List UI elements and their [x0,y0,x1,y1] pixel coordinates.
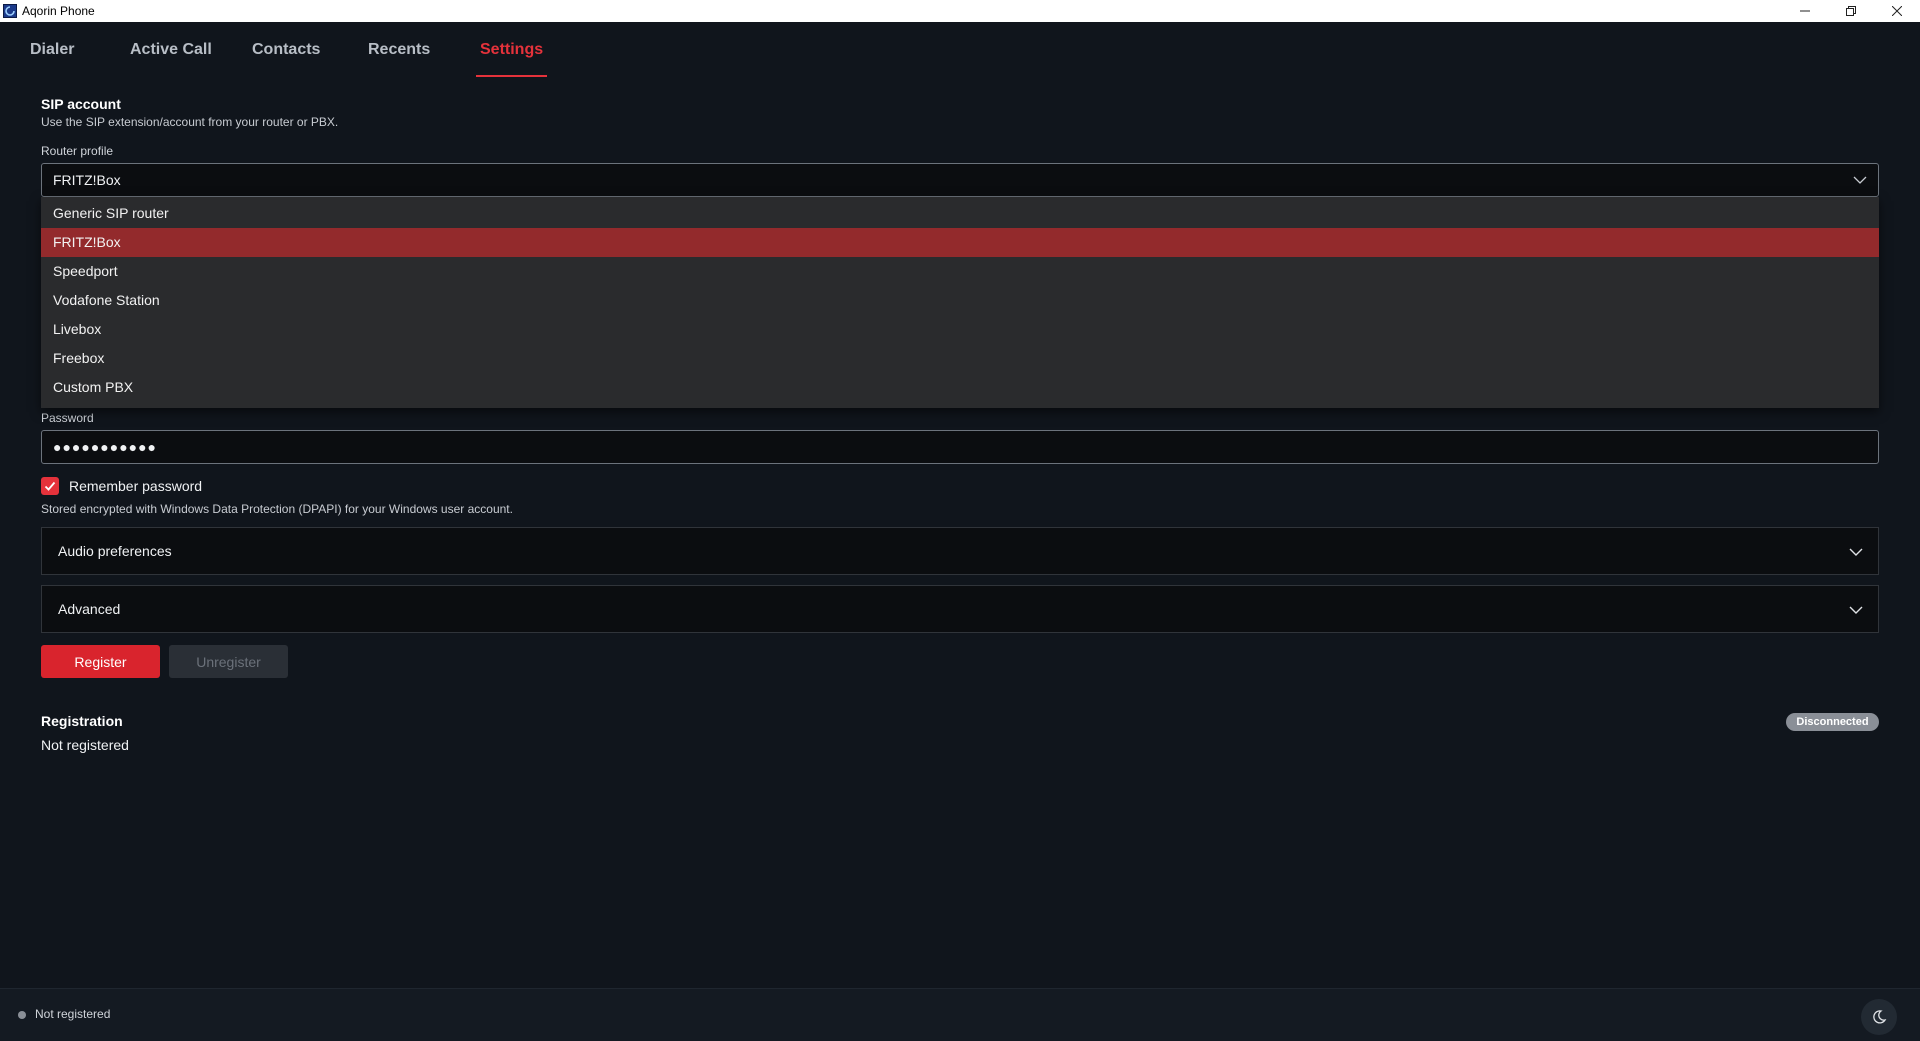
chevron-down-icon [1852,172,1868,191]
password-value: ●●●●●●●●●●● [53,439,158,455]
theme-toggle-button[interactable] [1861,999,1897,1035]
password-input[interactable]: ●●●●●●●●●●● [41,430,1879,464]
registration-heading: Registration [41,713,123,729]
router-profile-label: Router profile [41,144,114,158]
tab-settings[interactable]: Settings [475,22,548,77]
option-livebox[interactable]: Livebox [41,315,1879,344]
advanced-accordion[interactable]: Advanced [41,585,1879,633]
tab-contacts[interactable]: Contacts [252,22,320,76]
title-bar: Aqorin Phone [0,0,1920,22]
advanced-label: Advanced [58,601,121,617]
connection-status-badge: Disconnected [1786,713,1879,731]
moon-icon [1873,1010,1887,1024]
status-bar-text: Not registered [35,1007,111,1021]
router-profile-value: FRITZ!Box [53,172,121,188]
option-generic-sip-router[interactable]: Generic SIP router [41,199,1879,228]
option-custom-pbx[interactable]: Custom PBX [41,373,1879,402]
option-freebox[interactable]: Freebox [41,344,1879,373]
tab-dialer[interactable]: Dialer [30,22,74,76]
option-speedport[interactable]: Speedport [41,257,1879,286]
password-label: Password [41,411,94,425]
dpapi-note: Stored encrypted with Windows Data Prote… [41,502,513,516]
minimize-button[interactable] [1782,0,1828,22]
audio-preferences-accordion[interactable]: Audio preferences [41,527,1879,575]
option-fritzbox[interactable]: FRITZ!Box [41,228,1879,257]
chevron-down-icon [1848,602,1864,621]
restore-button[interactable] [1828,0,1874,22]
app-logo-icon [3,4,17,18]
audio-preferences-label: Audio preferences [58,543,172,559]
router-profile-select[interactable]: FRITZ!Box [41,163,1879,197]
checkmark-icon [44,481,56,491]
close-button[interactable] [1874,0,1920,22]
status-indicator-dot [18,1011,26,1019]
router-profile-dropdown: Generic SIP router FRITZ!Box Speedport V… [41,197,1879,408]
window-title: Aqorin Phone [22,4,95,18]
tab-recents[interactable]: Recents [368,22,430,76]
sip-account-description: Use the SIP extension/account from your … [41,115,339,129]
remember-password-checkbox[interactable] [41,477,59,495]
unregister-button[interactable]: Unregister [169,645,288,678]
registration-status: Not registered [41,737,129,753]
sip-account-heading: SIP account [41,96,121,112]
option-vodafone-station[interactable]: Vodafone Station [41,286,1879,315]
tab-active-call[interactable]: Active Call [130,22,212,76]
main-tab-bar: Dialer Active Call Contacts Recents Sett… [0,22,1920,77]
status-bar: Not registered [0,988,1920,1041]
remember-password-label[interactable]: Remember password [69,478,202,494]
register-button[interactable]: Register [41,645,160,678]
chevron-down-icon [1848,544,1864,563]
